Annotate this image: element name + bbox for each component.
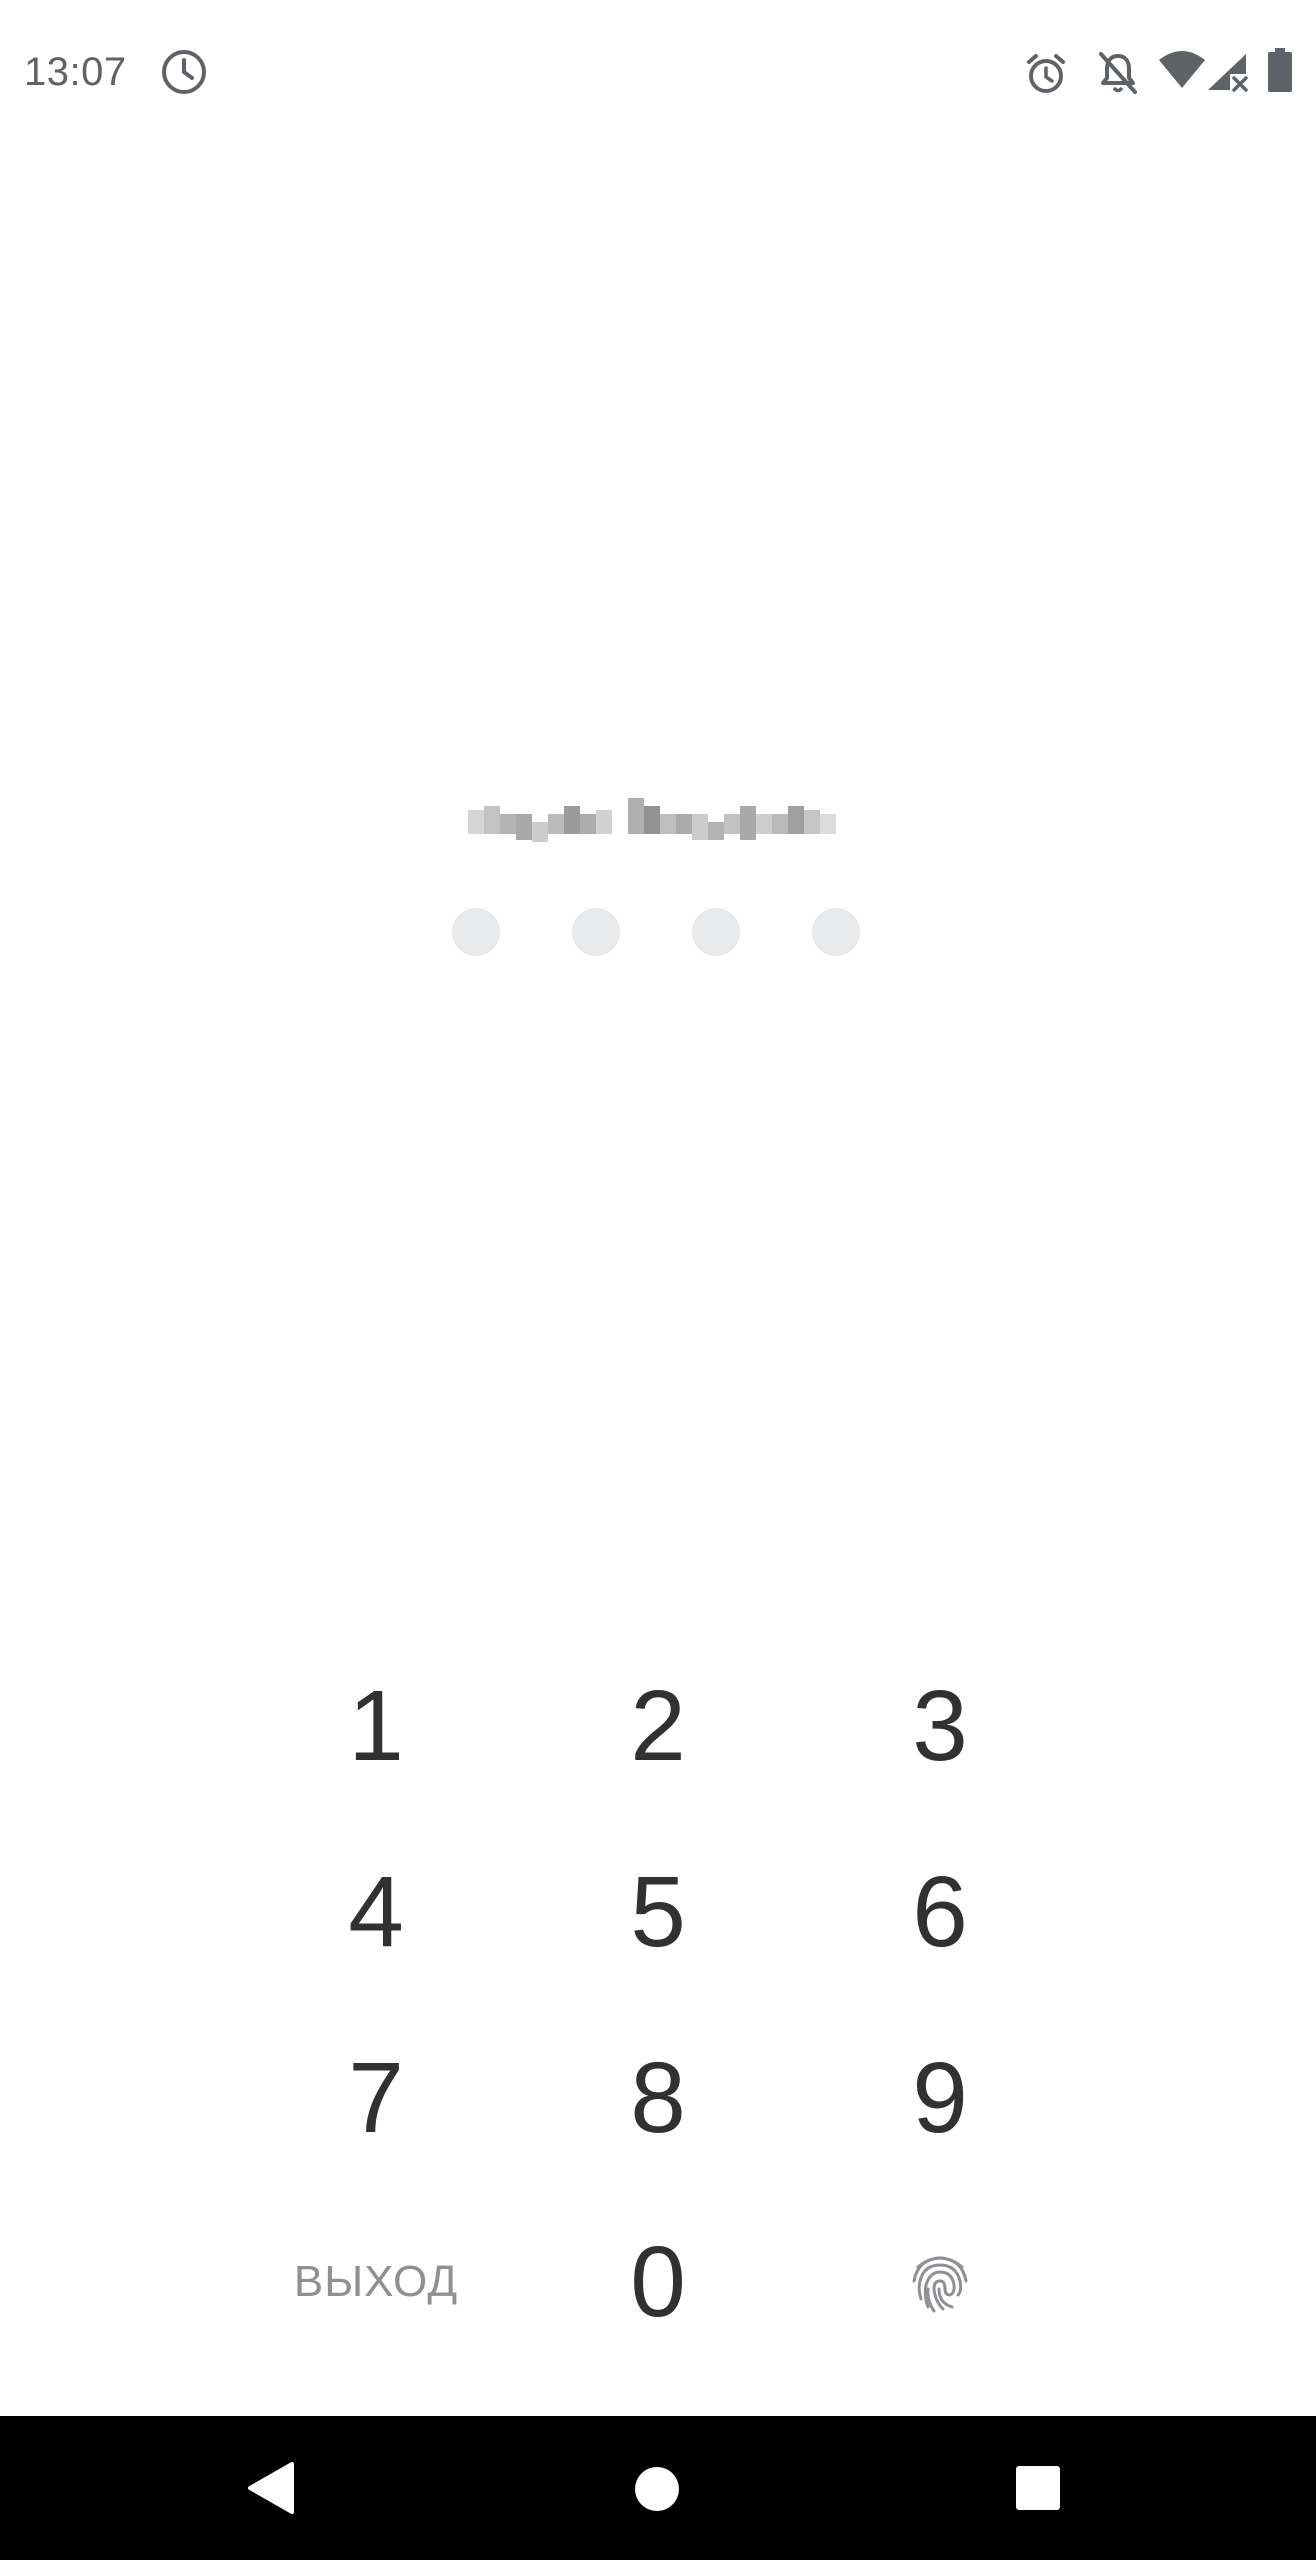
- fingerprint-button[interactable]: [840, 2202, 1040, 2362]
- key-3-label: 3: [912, 1670, 968, 1782]
- key-0[interactable]: 0: [558, 2202, 758, 2362]
- key-2[interactable]: 2: [558, 1646, 758, 1806]
- key-7[interactable]: 7: [276, 2018, 476, 2178]
- key-4[interactable]: 4: [276, 1832, 476, 1992]
- key-9[interactable]: 9: [840, 2018, 1040, 2178]
- key-6[interactable]: 6: [840, 1832, 1040, 1992]
- key-0-label: 0: [630, 2226, 686, 2338]
- exit-button[interactable]: ВЫХОД: [276, 2202, 476, 2362]
- key-9-label: 9: [912, 2042, 968, 2154]
- key-3[interactable]: 3: [840, 1646, 1040, 1806]
- key-1-label: 1: [348, 1670, 404, 1782]
- key-8[interactable]: 8: [558, 2018, 758, 2178]
- fingerprint-icon: [910, 2249, 970, 2315]
- back-icon[interactable]: [244, 2460, 300, 2521]
- navigation-bar: [0, 2416, 1316, 2560]
- key-4-label: 4: [348, 1856, 404, 1968]
- recents-icon[interactable]: [1016, 2466, 1060, 2515]
- pin-keypad: 1 2 3 4 5 6 7 8 9 ВЫХОД 0: [0, 0, 1316, 2416]
- home-icon[interactable]: [634, 2466, 680, 2517]
- key-5[interactable]: 5: [558, 1832, 758, 1992]
- key-8-label: 8: [630, 2042, 686, 2154]
- key-2-label: 2: [630, 1670, 686, 1782]
- key-5-label: 5: [630, 1856, 686, 1968]
- key-1[interactable]: 1: [276, 1646, 476, 1806]
- key-6-label: 6: [912, 1856, 968, 1968]
- key-7-label: 7: [348, 2042, 404, 2154]
- exit-button-label: ВЫХОД: [293, 2257, 459, 2306]
- lock-screen: 13:07 1 2 3 4 5 6 7 8 9 ВЫХОД 0: [0, 0, 1316, 2560]
